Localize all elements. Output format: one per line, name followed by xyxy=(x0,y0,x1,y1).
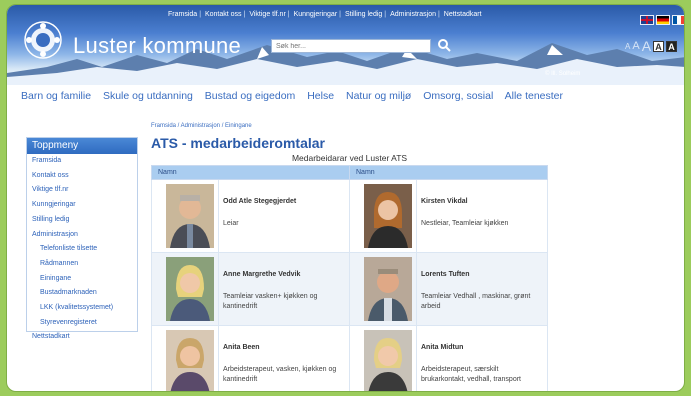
sidebar-title: Toppmeny xyxy=(27,138,137,154)
staff-photo xyxy=(364,330,412,391)
staff-name: Anita Midtun xyxy=(421,344,464,351)
staff-role: Teamleiar vasken+ kjøkken og kantinedrif… xyxy=(223,293,318,310)
banner-credit: © Ill. Solheim xyxy=(545,71,581,77)
staff-info: Anne Margrethe Vedvik Teamleiar vasken+ … xyxy=(218,252,350,326)
column-header: Namn xyxy=(151,165,350,180)
search-input[interactable] xyxy=(271,39,431,53)
column-header: Namn xyxy=(349,165,548,180)
staff-photo xyxy=(364,184,412,248)
site-banner: Framsida | Kontakt oss | Viktige tlf.nr | K… xyxy=(7,5,684,85)
top-link[interactable]: Kontakt oss xyxy=(205,11,242,18)
nav-item[interactable]: Skule og utdanning xyxy=(103,90,193,102)
staff-role: Teamleiar Vedhall , maskinar, grønt arbe… xyxy=(421,293,531,310)
german-flag-icon[interactable] xyxy=(656,15,670,25)
breadcrumb[interactable]: Framsida / Administrasjon / Einingane xyxy=(151,123,252,129)
font-size-controls: A A A A A xyxy=(625,38,678,54)
sidebar-item[interactable]: Framsida xyxy=(27,154,137,169)
staff-name: Lorents Tuften xyxy=(421,271,470,278)
french-flag-icon[interactable] xyxy=(672,15,684,25)
top-links: Framsida | Kontakt oss | Viktige tlf.nr | K… xyxy=(168,11,482,18)
sidebar-subitem[interactable]: Rådmannen xyxy=(27,257,137,272)
language-flags xyxy=(640,15,684,25)
staff-role: Arbeidsterapeut, vasken, kjøkken og kant… xyxy=(223,366,337,383)
sidebar-subitem[interactable]: Bustadmarknaden xyxy=(27,286,137,301)
table-row: Odd Atle Stegegjerdet Leiar Kirsten Vikd… xyxy=(151,179,548,253)
staff-photo xyxy=(166,184,214,248)
staff-name: Odd Atle Stegegjerdet xyxy=(223,198,297,205)
staff-photo xyxy=(166,330,214,391)
staff-info: Anita Midtun Arbeidsterapeut, særskilt b… xyxy=(416,325,548,391)
photo-cell xyxy=(151,325,219,391)
site-title[interactable]: Luster kommune xyxy=(73,33,241,59)
staff-role: Leiar xyxy=(223,220,239,227)
staff-photo xyxy=(364,257,412,321)
contrast-light-button[interactable]: A xyxy=(653,40,665,52)
sidebar-item[interactable]: Nettstadkart xyxy=(27,330,137,345)
sidebar-subitem[interactable]: Einingane xyxy=(27,272,137,287)
main-nav: Barn og familie Skule og utdanning Busta… xyxy=(21,90,572,102)
sidebar-item[interactable]: Viktige tlf.nr xyxy=(27,183,137,198)
top-link[interactable]: Nettstadkart xyxy=(444,11,482,18)
sidebar-item[interactable]: Administrasjon xyxy=(27,228,137,243)
staff-name: Kirsten Vikdal xyxy=(421,198,468,205)
browser-frame: Framsida | Kontakt oss | Viktige tlf.nr | K… xyxy=(6,4,685,392)
photo-cell xyxy=(349,252,417,326)
table-row: Anita Been Arbeidsterapeut, vasken, kjøk… xyxy=(151,325,548,391)
page-title: ATS - medarbeideromtalar xyxy=(151,135,326,151)
table-row: Anne Margrethe Vedvik Teamleiar vasken+ … xyxy=(151,252,548,326)
staff-role: Arbeidsterapeut, særskilt brukarkontakt,… xyxy=(421,366,521,383)
site-logo-icon[interactable] xyxy=(24,21,62,59)
sidebar-item[interactable]: Kontakt oss xyxy=(27,169,137,184)
top-link[interactable]: Administrasjon xyxy=(390,11,436,18)
top-link[interactable]: Viktige tlf.nr xyxy=(249,11,285,18)
sidebar-subitem[interactable]: LKK (kvalitetssystemet) xyxy=(27,301,137,316)
nav-item[interactable]: Alle tenester xyxy=(505,90,563,102)
nav-item[interactable]: Natur og miljø xyxy=(346,90,411,102)
nav-item[interactable]: Barn og familie xyxy=(21,90,91,102)
staff-name: Anita Been xyxy=(223,344,260,351)
sidebar-item[interactable]: Stilling ledig xyxy=(27,213,137,228)
contrast-dark-button[interactable]: A xyxy=(666,40,678,52)
photo-cell xyxy=(151,179,219,253)
staff-info: Odd Atle Stegegjerdet Leiar xyxy=(218,179,350,253)
nav-item[interactable]: Bustad og eigedom xyxy=(205,90,295,102)
font-small-button[interactable]: A xyxy=(625,42,630,51)
font-large-button[interactable]: A xyxy=(642,38,651,54)
staff-role: Nestleiar, Teamleiar kjøkken xyxy=(421,220,509,227)
photo-cell xyxy=(151,252,219,326)
top-link[interactable]: Stilling ledig xyxy=(345,11,382,18)
search-icon[interactable] xyxy=(437,38,451,52)
sidebar-menu: Toppmeny Framsida Kontakt oss Viktige tl… xyxy=(26,137,138,340)
sidebar-subitem[interactable]: Telefonliste tilsette xyxy=(27,242,137,257)
photo-cell xyxy=(349,179,417,253)
sidebar-subitem[interactable]: Styrevenregisteret xyxy=(27,316,137,331)
uk-flag-icon[interactable] xyxy=(640,15,654,25)
staff-info: Anita Been Arbeidsterapeut, vasken, kjøk… xyxy=(218,325,350,391)
staff-name: Anne Margrethe Vedvik xyxy=(223,271,301,278)
staff-photo xyxy=(166,257,214,321)
staff-info: Kirsten Vikdal Nestleiar, Teamleiar kjøk… xyxy=(416,179,548,253)
sidebar-item[interactable]: Kunngjeringar xyxy=(27,198,137,213)
table-caption: Medarbeidarar ved Luster ATS xyxy=(291,153,408,163)
font-medium-button[interactable]: A xyxy=(632,40,639,52)
top-link[interactable]: Framsida xyxy=(168,11,197,18)
staff-info: Lorents Tuften Teamleiar Vedhall , maski… xyxy=(416,252,548,326)
photo-cell xyxy=(349,325,417,391)
top-link[interactable]: Kunngjeringar xyxy=(294,11,338,18)
nav-item[interactable]: Helse xyxy=(307,90,334,102)
staff-table: Namn Namn Odd Atle Stegegjerdet Leiar Ki… xyxy=(151,165,548,391)
nav-item[interactable]: Omsorg, sosial xyxy=(423,90,493,102)
